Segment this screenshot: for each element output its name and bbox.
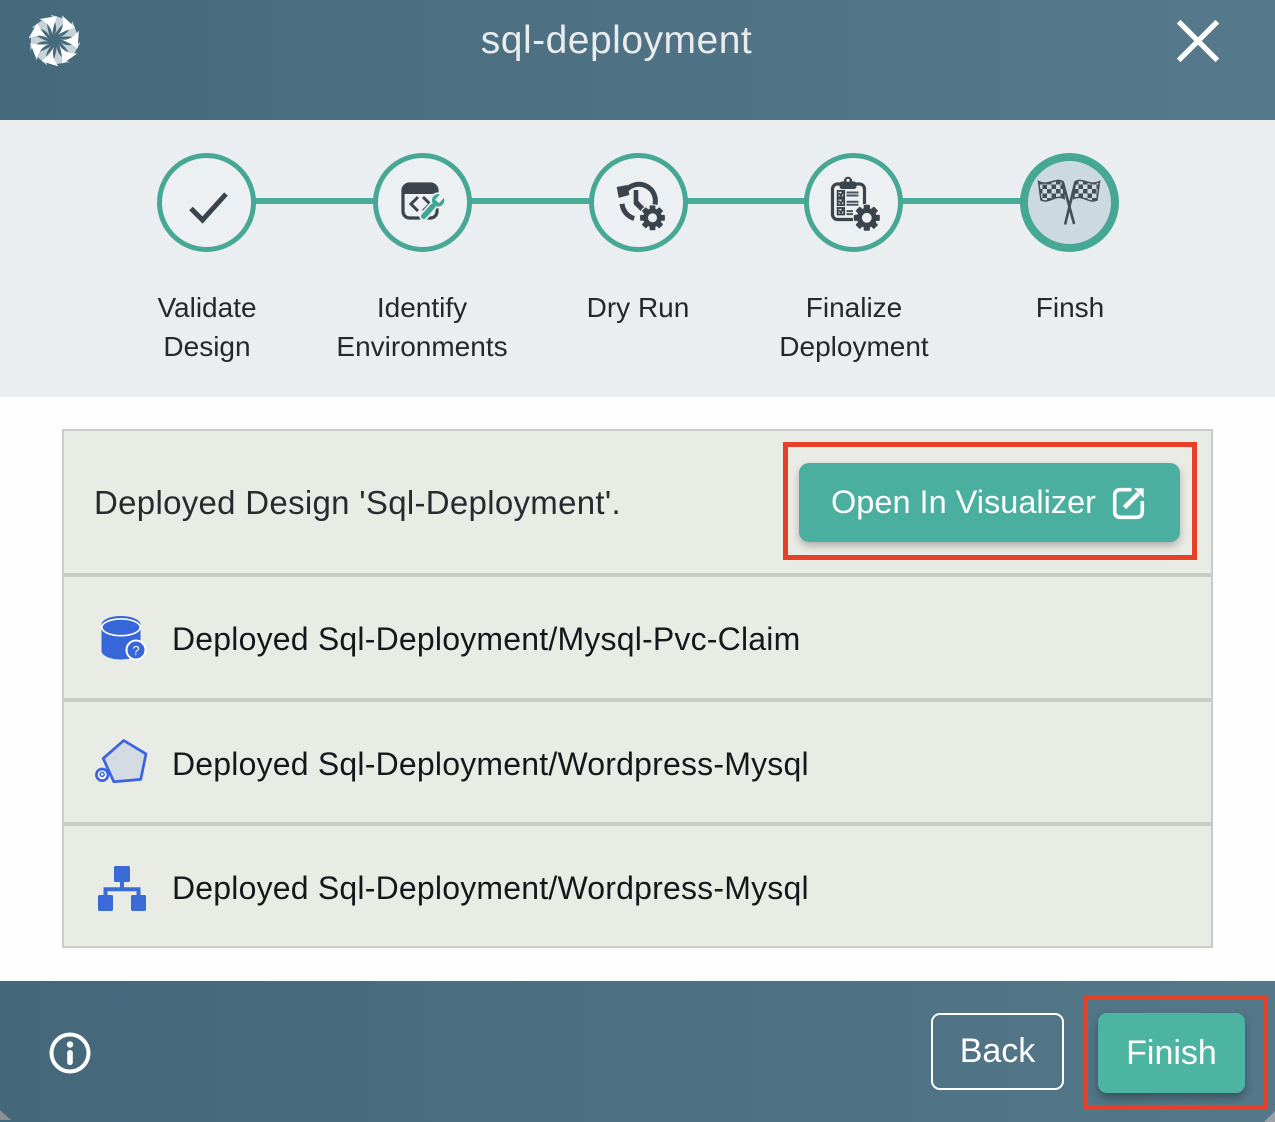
svg-text:?: ? [132, 643, 139, 658]
